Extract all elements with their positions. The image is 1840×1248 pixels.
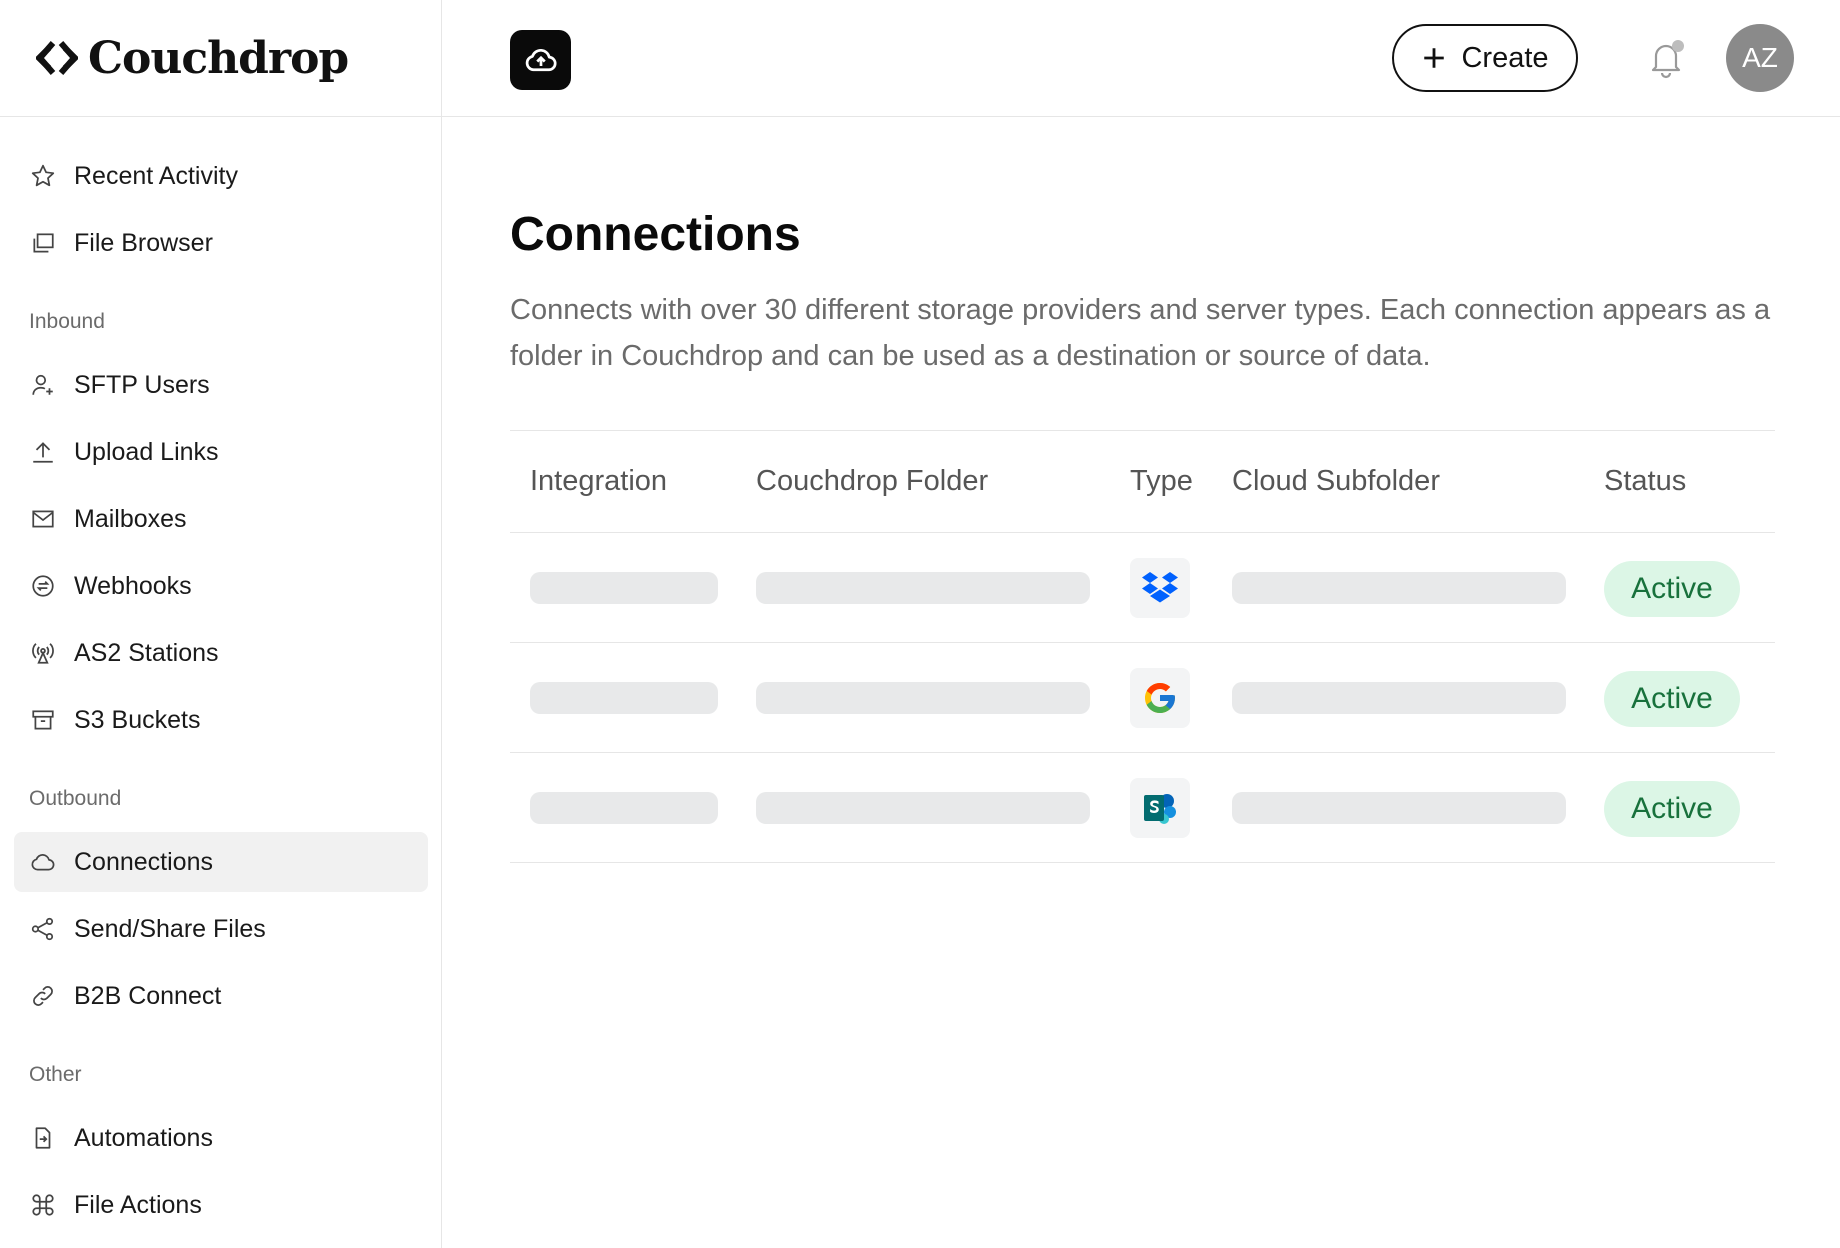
integration-placeholder xyxy=(530,682,718,714)
status-badge: Active xyxy=(1604,671,1740,727)
subfolder-placeholder xyxy=(1232,792,1566,824)
create-button[interactable]: Create xyxy=(1392,24,1578,92)
sidebar-item-webhooks[interactable]: Webhooks xyxy=(14,556,428,616)
sidebar-item-connections[interactable]: Connections xyxy=(14,832,428,892)
couchdrop-logo-icon xyxy=(36,37,78,79)
sidebar-item-label: B2B Connect xyxy=(74,981,222,1010)
sidebar-item-label: Recent Activity xyxy=(74,161,238,190)
connections-table: Integration Couchdrop Folder Type Cloud … xyxy=(510,430,1775,863)
subfolder-placeholder xyxy=(1232,682,1566,714)
table-row[interactable]: Active xyxy=(510,643,1775,753)
files-icon xyxy=(30,230,56,256)
sidebar-item-label: File Browser xyxy=(74,228,213,257)
automation-icon xyxy=(30,1125,56,1151)
brand-logo[interactable]: Couchdrop xyxy=(0,0,441,117)
integration-placeholder xyxy=(530,572,718,604)
status-badge: Active xyxy=(1604,561,1740,617)
integration-placeholder xyxy=(530,792,718,824)
table-row[interactable]: Active xyxy=(510,533,1775,643)
sidebar-item-file-actions[interactable]: File Actions xyxy=(14,1175,428,1235)
sidebar-item-label: File Actions xyxy=(74,1190,202,1219)
webhook-icon xyxy=(30,573,56,599)
top-bar: Create AZ xyxy=(442,0,1840,117)
avatar[interactable]: AZ xyxy=(1726,24,1794,92)
app-switcher-button[interactable] xyxy=(510,30,571,90)
dropbox-icon xyxy=(1130,558,1190,618)
column-header-cloud-subfolder: Cloud Subfolder xyxy=(1232,465,1440,497)
status-badge: Active xyxy=(1604,781,1740,837)
sidebar-item-label: Send/Share Files xyxy=(74,914,266,943)
sidebar-item-send-share-files[interactable]: Send/Share Files xyxy=(14,899,428,959)
share-icon xyxy=(30,916,56,942)
sidebar-item-file-browser[interactable]: File Browser xyxy=(14,213,428,273)
folder-placeholder xyxy=(756,682,1090,714)
sidebar-item-label: Mailboxes xyxy=(74,504,187,533)
sidebar-item-label: S3 Buckets xyxy=(74,705,201,734)
sidebar-item-b2b-connect[interactable]: B2B Connect xyxy=(14,966,428,1026)
notifications-button[interactable] xyxy=(1646,36,1686,80)
page-description: Connects with over 30 different storage … xyxy=(510,294,1771,372)
sidebar-item-label: SFTP Users xyxy=(74,370,210,399)
upload-icon xyxy=(30,439,56,465)
sidebar-item-label: Webhooks xyxy=(74,571,192,600)
section-label-outbound: Outbound xyxy=(29,787,122,810)
column-header-integration: Integration xyxy=(530,465,668,497)
subfolder-placeholder xyxy=(1232,572,1566,604)
sidebar-item-label: Connections xyxy=(74,847,213,876)
plus-icon xyxy=(1424,48,1445,68)
sharepoint-icon xyxy=(1130,778,1190,838)
column-header-status: Status xyxy=(1604,465,1687,497)
section-label-other: Other xyxy=(29,1063,82,1086)
sidebar-item-s3-buckets[interactable]: S3 Buckets xyxy=(14,690,428,750)
brand-name: Couchdrop xyxy=(88,32,349,84)
mail-icon xyxy=(30,506,56,532)
cloud-upload-icon xyxy=(525,48,557,72)
sidebar: Couchdrop Recent Activity File Browser I… xyxy=(0,0,442,1248)
sidebar-item-upload-links[interactable]: Upload Links xyxy=(14,422,428,482)
column-header-couchdrop-folder: Couchdrop Folder xyxy=(756,465,989,497)
cloud-icon xyxy=(30,849,56,875)
create-button-label: Create xyxy=(1461,41,1549,74)
sidebar-item-recent-activity[interactable]: Recent Activity xyxy=(14,146,428,206)
sidebar-item-as2-stations[interactable]: AS2 Stations xyxy=(14,623,428,683)
user-plus-icon xyxy=(30,372,56,398)
folder-placeholder xyxy=(756,792,1090,824)
folder-placeholder xyxy=(756,572,1090,604)
table-header: Integration Couchdrop Folder Type Cloud … xyxy=(510,430,1775,533)
star-icon xyxy=(30,163,56,189)
section-label-inbound: Inbound xyxy=(29,310,105,333)
table-row[interactable]: Active xyxy=(510,753,1775,863)
archive-icon xyxy=(30,707,56,733)
antenna-icon xyxy=(30,640,56,666)
column-header-type: Type xyxy=(1130,465,1193,497)
command-icon xyxy=(30,1192,56,1218)
page-title: Connections xyxy=(510,208,801,261)
sidebar-item-label: AS2 Stations xyxy=(74,638,219,667)
bell-icon xyxy=(1651,40,1684,79)
sidebar-item-sftp-users[interactable]: SFTP Users xyxy=(14,355,428,415)
google-icon xyxy=(1130,668,1190,728)
sidebar-item-label: Upload Links xyxy=(74,437,219,466)
sidebar-item-mailboxes[interactable]: Mailboxes xyxy=(14,489,428,549)
sidebar-item-label: Automations xyxy=(74,1123,213,1152)
sidebar-item-automations[interactable]: Automations xyxy=(14,1108,428,1168)
link-icon xyxy=(30,983,56,1009)
